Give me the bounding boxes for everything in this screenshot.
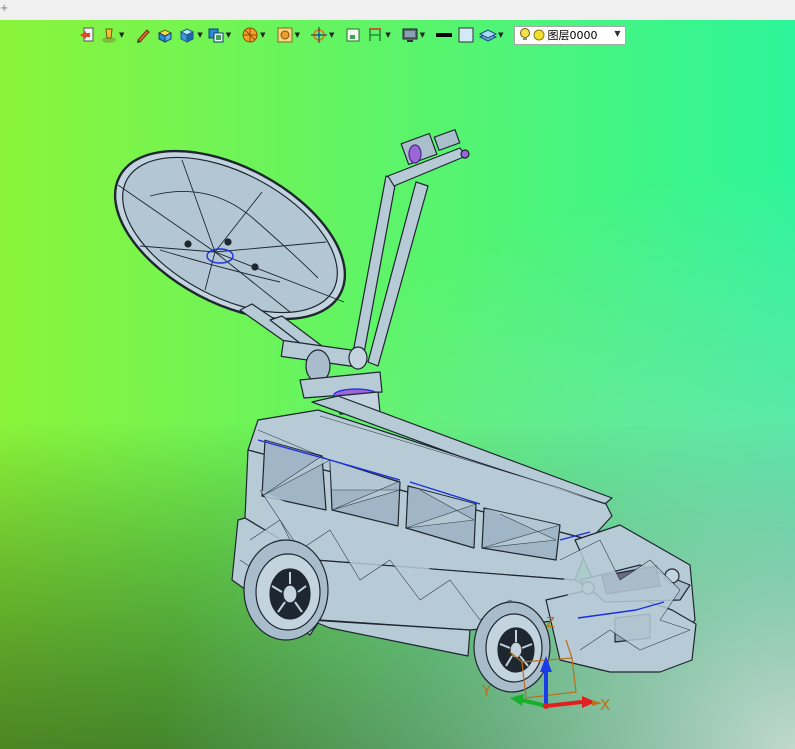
fit-view-button[interactable] — [344, 25, 362, 45]
measure-button[interactable]: ▼ — [366, 25, 391, 45]
box-solid-icon — [158, 29, 173, 43]
line-weight-icon — [436, 33, 453, 37]
snap-point-icon — [310, 27, 327, 43]
x-axis-label: X — [600, 696, 611, 714]
layer-dropdown-glyph[interactable]: ▼ — [614, 29, 620, 38]
z-axis-label: Z — [546, 616, 555, 631]
view-toolbar: ▼ ▼ ▼ ▼ ▼ ▼ ▼ ▼ ▼ 图层0000 ▼ — [78, 24, 626, 46]
display-mode-button[interactable]: ▼ — [207, 25, 231, 45]
z-axis-arrowhead — [540, 656, 552, 672]
rear-wheel[interactable] — [243, 539, 329, 641]
filter-icon — [277, 27, 293, 43]
snap-point-button[interactable]: ▼ — [310, 25, 334, 45]
exit-view-button[interactable] — [78, 25, 96, 45]
title-strip: + — [0, 0, 795, 21]
layers-icon — [479, 29, 498, 42]
material-dropdown-glyph: ▼ — [119, 31, 125, 39]
coordinate-triad — [509, 639, 602, 709]
snap-point-dropdown-glyph: ▼ — [328, 31, 335, 39]
y-axis-arrow — [521, 698, 547, 708]
material-icon — [102, 28, 116, 43]
measure-dropdown-glyph: ▼ — [385, 31, 391, 39]
y-axis-arrowhead — [510, 694, 524, 706]
layers-button[interactable]: ▼ — [479, 25, 504, 45]
filter-button[interactable]: ▼ — [276, 25, 300, 45]
satellite-vehicle-model[interactable] — [0, 20, 795, 749]
section-view-icon — [242, 27, 258, 43]
cube-view-icon — [180, 28, 195, 43]
color-fill-icon — [458, 27, 474, 43]
layers-dropdown-glyph: ▼ — [498, 31, 504, 39]
layer-color-dot-icon — [533, 29, 545, 41]
line-weight-button[interactable] — [435, 25, 453, 45]
triad-origin — [543, 703, 549, 709]
cube-view-button[interactable]: ▼ — [178, 25, 203, 45]
fit-view-icon — [346, 28, 360, 42]
filter-dropdown-glyph: ▼ — [294, 31, 300, 39]
cad-application-window: + Y X Z ▼ ▼ ▼ ▼ ▼ ▼ ▼ ▼ ▼ 图层0000 ▼ — [0, 0, 795, 749]
strip-grip-glyph: + — [0, 3, 9, 14]
light-bulb-icon — [519, 28, 530, 40]
sketch-pen-icon — [137, 29, 151, 43]
measure-icon — [369, 28, 382, 41]
y-axis-label: Y — [482, 682, 492, 700]
exit-view-icon — [80, 27, 94, 42]
layer-select[interactable]: 图层0000 ▼ — [513, 25, 626, 45]
monitor-button[interactable]: ▼ — [401, 25, 425, 45]
color-fill-button[interactable] — [457, 25, 475, 45]
cube-view-dropdown-glyph: ▼ — [197, 31, 203, 39]
section-view-button[interactable]: ▼ — [241, 25, 266, 45]
layer-name: 图层0000 — [547, 29, 598, 42]
monitor-icon — [402, 28, 418, 42]
sketch-pen-button[interactable] — [134, 25, 152, 45]
monitor-dropdown-glyph: ▼ — [419, 31, 426, 39]
box-solid-button[interactable] — [156, 25, 174, 45]
section-view-dropdown-glyph: ▼ — [260, 31, 266, 39]
dish-antenna[interactable] — [88, 116, 373, 353]
3d-viewport[interactable]: Y X Z — [0, 20, 795, 749]
material-button[interactable]: ▼ — [100, 25, 124, 45]
display-mode-dropdown-glyph: ▼ — [225, 31, 232, 39]
display-mode-icon — [208, 28, 224, 43]
x-axis-arrow — [545, 700, 583, 708]
